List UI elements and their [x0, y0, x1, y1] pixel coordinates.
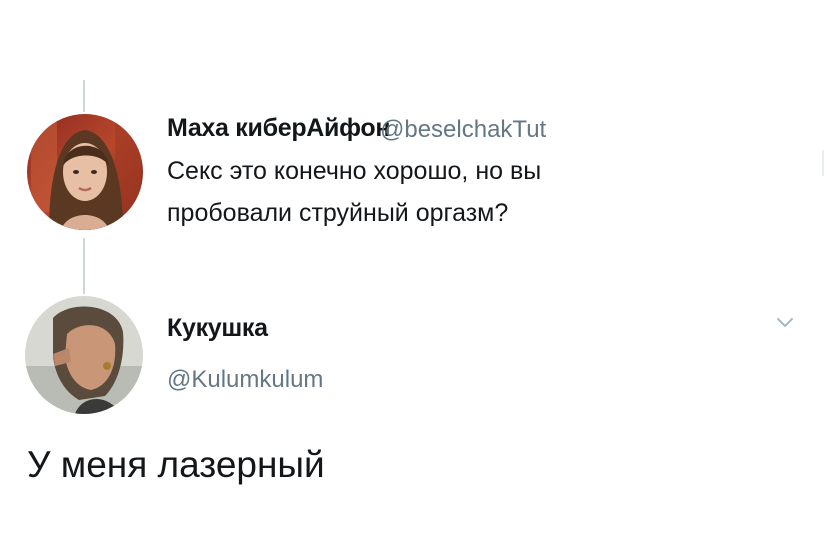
tweet-text-line-1: Секс это конечно хорошо, но вы	[167, 157, 542, 185]
tweet-text-line-2: пробовали струйный оргазм?	[167, 199, 509, 227]
author-handle[interactable]: @beselchakTut	[380, 116, 546, 144]
reply-text: У меня лазерный	[27, 444, 325, 485]
chevron-down-icon[interactable]	[776, 316, 794, 330]
author-name[interactable]: Кукушка	[167, 314, 268, 343]
avatar[interactable]	[25, 296, 143, 414]
thread-connector-line	[83, 238, 85, 294]
author-name[interactable]: Маха киберАйфон	[167, 114, 390, 143]
avatar[interactable]	[27, 114, 143, 230]
divider	[822, 150, 824, 176]
thread-connector-line	[83, 80, 85, 112]
author-handle[interactable]: @Kulumkulum	[167, 366, 323, 394]
